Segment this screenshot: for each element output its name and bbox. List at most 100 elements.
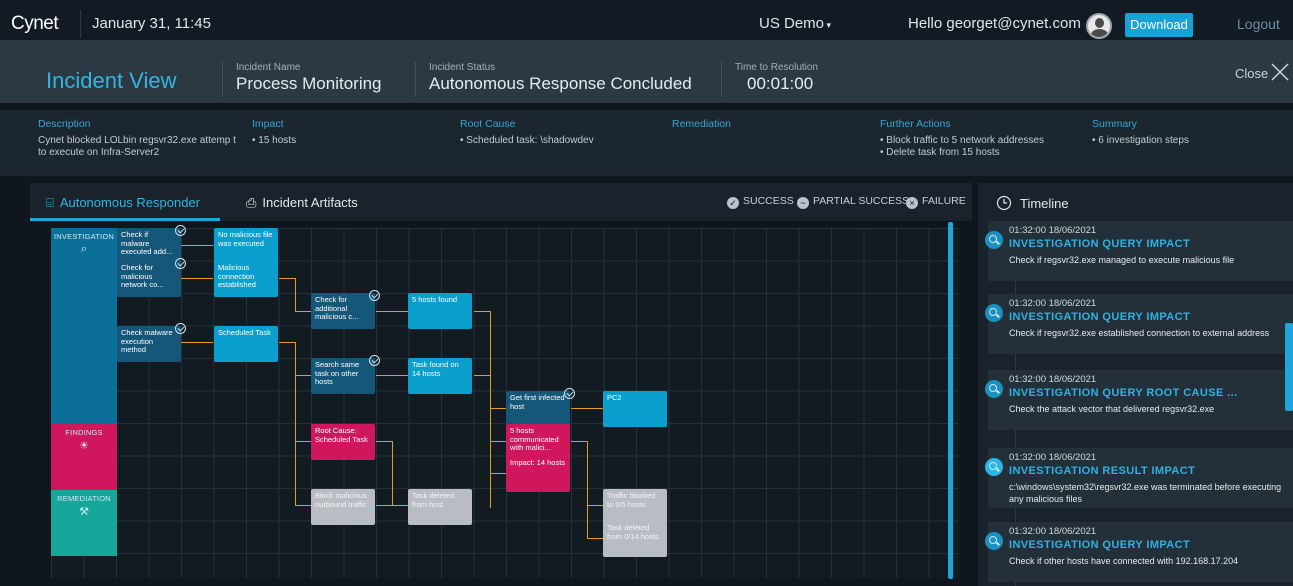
legend-partial: ~ PARTIAL SUCCESS (797, 195, 909, 209)
connector (587, 441, 588, 538)
connector (295, 505, 311, 506)
divider (80, 10, 81, 38)
active-tab-indicator (30, 218, 220, 221)
impact-col: Impact • 15 hosts (252, 118, 296, 147)
result-node[interactable]: No malicious file was executed (214, 228, 278, 264)
connector (376, 311, 408, 312)
close-icon[interactable] (1270, 62, 1290, 82)
bulb-icon: ☀ (79, 440, 89, 452)
summary-text: • 6 investigation steps (1092, 135, 1189, 146)
search-icon (985, 231, 1003, 249)
close-label[interactable]: Close (1235, 66, 1268, 81)
finding-node[interactable]: 5 hosts communicated with malici... (506, 424, 570, 460)
timeline-item[interactable]: 01:32:00 18/06/2021 INVESTIGATION QUERY … (988, 522, 1293, 582)
impact-text: • 15 hosts (252, 135, 297, 146)
connector (295, 441, 311, 442)
tab-autonomous-responder[interactable]: ⌸ Autonomous Responder (46, 195, 200, 211)
tenant-label: US Demo (759, 15, 825, 32)
connector (295, 342, 296, 375)
connector (295, 278, 296, 311)
connector (279, 278, 295, 279)
top-bar: Cynet January 31, 11:45 US Demo ▾ Hello … (0, 0, 1293, 40)
remediation-node[interactable]: Traffic blocked to 0/5 hosts (603, 489, 667, 525)
tenant-selector[interactable]: US Demo ▾ (759, 15, 831, 32)
cynet-logo: Cynet (11, 13, 59, 34)
finding-node[interactable]: Impact: 14 hosts (506, 456, 570, 492)
remediation-col: Remediation (672, 118, 731, 135)
timeline-title: Timeline (1020, 196, 1069, 211)
flow-scrollbar[interactable] (948, 222, 953, 579)
step-node[interactable]: Check for additional malicious c... (311, 293, 375, 329)
timeline-item[interactable]: 01:32:00 18/06/2021 INVESTIGATION RESULT… (988, 448, 1293, 508)
connector (490, 408, 506, 409)
step-node[interactable]: Get first infected host (506, 391, 570, 427)
flow-icon: ⌸ (46, 195, 54, 210)
step-node[interactable]: Check malware execution method (117, 326, 181, 362)
timeline-desc: Check the attack vector that delivered r… (1009, 404, 1215, 414)
impact-label: Impact (252, 118, 284, 130)
failure-icon: × (906, 197, 918, 209)
download-button[interactable]: Download (1125, 13, 1193, 37)
timeline-desc: c:\windows\system32\regsvr32.exe was ter… (1009, 482, 1282, 504)
user-greeting: Hello georget@cynet.com (908, 15, 1081, 32)
summary-col: Summary • 6 investigation steps (1092, 118, 1189, 147)
search-icon (985, 304, 1003, 322)
logout-link[interactable]: Logout (1237, 16, 1280, 32)
result-node[interactable]: PC2 (603, 391, 667, 427)
remediation-node[interactable]: Task deleted from 0/14 hosts (603, 521, 667, 557)
lane-investigation: INVESTIGATION ⌕ (51, 228, 117, 424)
connector (587, 505, 603, 506)
timeline-item[interactable]: 01:32:00 18/06/2021 INVESTIGATION QUERY … (988, 294, 1293, 354)
connector (587, 538, 603, 539)
root-cause-text: • Scheduled task: \shadowdev (460, 135, 594, 146)
incident-status-label: Incident Status (429, 62, 496, 73)
ttr-block: Time to Resolution 00:01:00 (721, 62, 818, 97)
remediation-node[interactable]: Block malicious outbound traffic (311, 489, 375, 525)
incident-name-block: Incident Name Process Monitoring (222, 62, 382, 97)
connector (571, 408, 603, 409)
success-icon: ✓ (727, 197, 739, 209)
page-title: Incident View (46, 68, 177, 93)
step-node[interactable]: Search same task on other hosts (311, 358, 375, 394)
timeline-desc: Check if regsvr32.exe managed to execute… (1009, 255, 1235, 265)
success-check-icon (175, 258, 186, 269)
further-action-item: • Delete task from 15 hosts (880, 147, 1000, 158)
timeline-time: 01:32:00 18/06/2021 (1009, 526, 1097, 537)
connector (181, 245, 213, 246)
connector (295, 375, 311, 376)
tab-incident-artifacts[interactable]: ⎙ Incident Artifacts (246, 195, 358, 211)
legend-label: PARTIAL SUCCESS (813, 195, 910, 207)
success-check-icon (175, 323, 186, 334)
result-node[interactable]: Malicious connection established (214, 261, 278, 297)
timeline-time: 01:32:00 18/06/2021 (1009, 374, 1097, 385)
timeline-item[interactable]: 01:32:00 18/06/2021 INVESTIGATION QUERY … (988, 370, 1293, 430)
finding-node[interactable]: Root Cause: Scheduled Task (311, 424, 375, 460)
connector (474, 375, 490, 376)
connector (376, 441, 392, 442)
lane-label: INVESTIGATION (54, 232, 114, 241)
description-text: Cynet blocked LOLbin regsvr32.exe attemp… (38, 135, 236, 158)
timeline-desc: Check if other hosts have connected with… (1009, 556, 1239, 566)
remediation-label: Remediation (672, 118, 731, 130)
response-flow-grid: INVESTIGATION ⌕ FINDINGS ☀ REMEDIATION ⚒ (51, 225, 959, 578)
description-col: Description Cynet blocked LOLbin regsvr3… (38, 118, 238, 159)
result-node[interactable]: 5 hosts found (408, 293, 472, 329)
result-node[interactable]: Scheduled Task (214, 326, 278, 362)
result-node[interactable]: Task found on 14 hosts (408, 358, 472, 394)
lane-findings: FINDINGS ☀ (51, 424, 117, 490)
avatar[interactable] (1086, 13, 1112, 39)
connector (376, 375, 408, 376)
step-node[interactable]: Check if malware executed add... (117, 228, 181, 264)
timeline-heading: INVESTIGATION QUERY IMPACT (1009, 238, 1191, 250)
success-check-icon (369, 290, 380, 301)
legend-label: FAILURE (922, 195, 966, 207)
timeline-item[interactable]: 01:32:00 18/06/2021 INVESTIGATION QUERY … (988, 221, 1293, 281)
timeline-time: 01:32:00 18/06/2021 (1009, 225, 1097, 236)
remediation-node[interactable]: Task deleted from host (408, 489, 472, 525)
timeline-scrollbar[interactable] (1285, 323, 1293, 411)
ttr-value: 00:01:00 (747, 74, 814, 93)
lane-label: REMEDIATION (57, 494, 111, 503)
search-icon: ⌕ (80, 243, 88, 255)
connector (392, 505, 408, 506)
step-node[interactable]: Check for malicious network co... (117, 261, 181, 297)
